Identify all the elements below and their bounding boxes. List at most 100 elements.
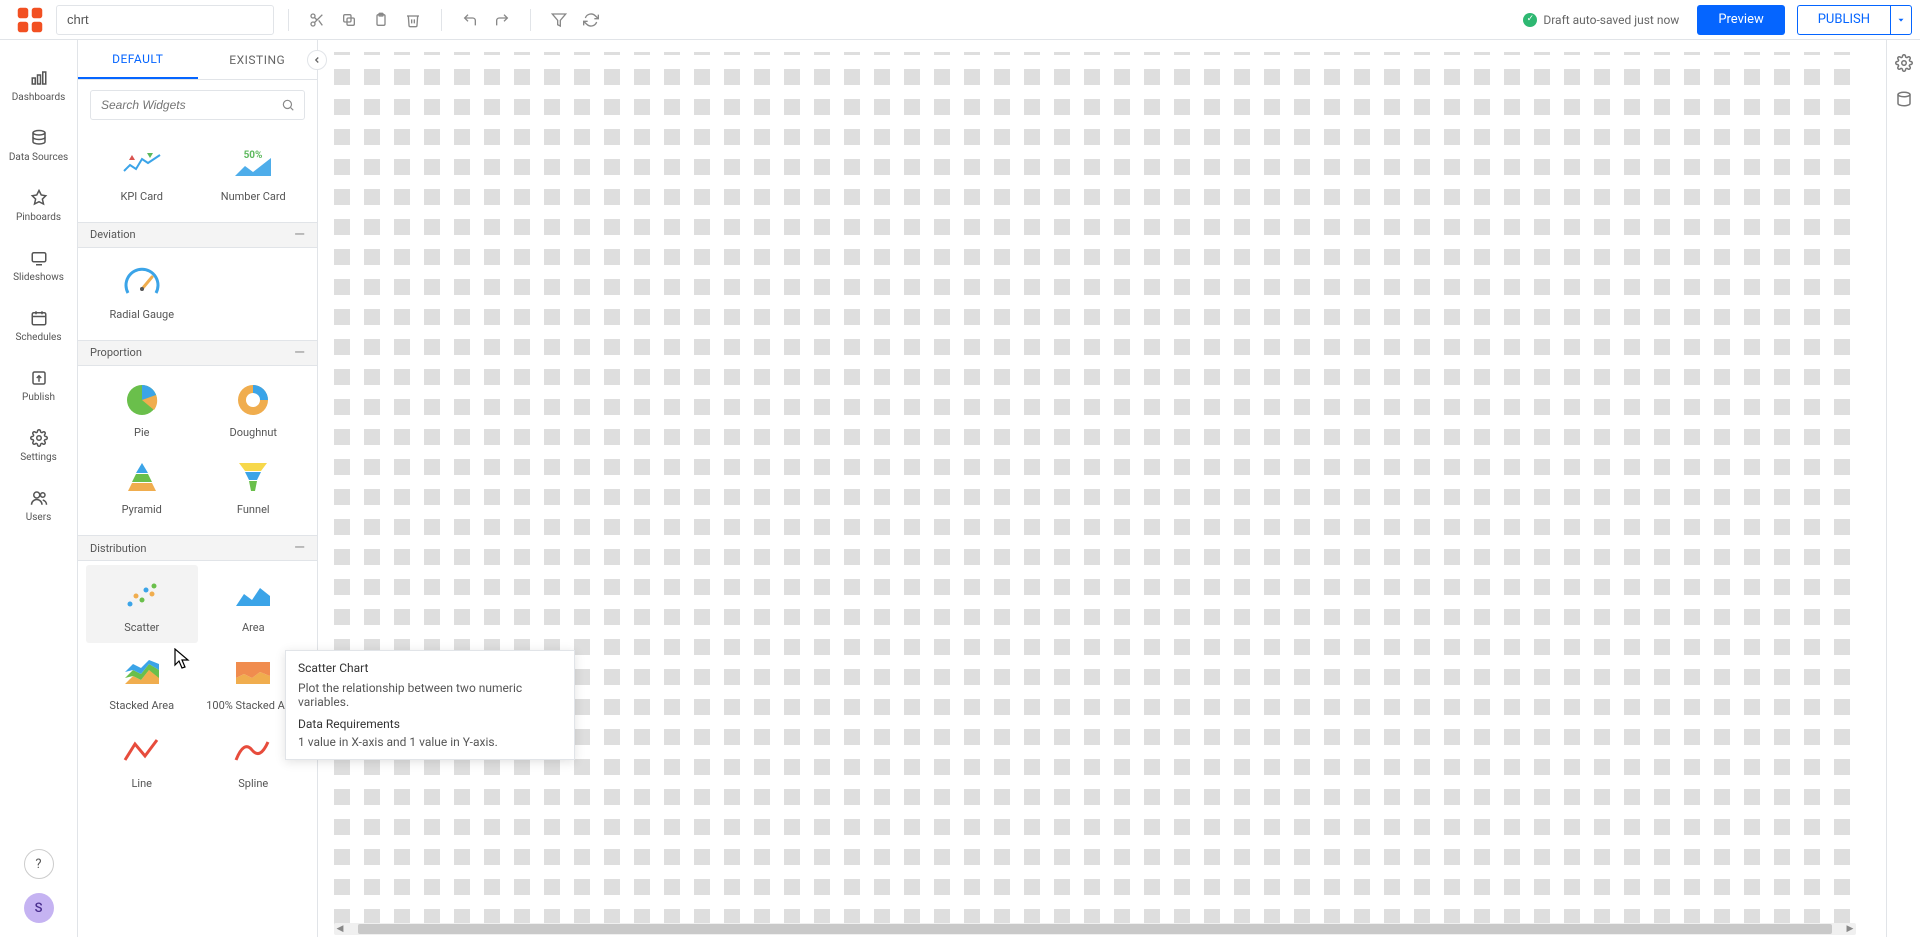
stacked-area-100-icon [231, 655, 275, 691]
collapse-sidebar-button[interactable] [307, 50, 327, 70]
line-icon [120, 733, 164, 769]
publish-dropdown-button[interactable] [1890, 5, 1912, 35]
nav-publish[interactable]: Publish [0, 358, 77, 418]
undo-button[interactable] [456, 6, 484, 34]
nav-label: Pinboards [16, 212, 61, 224]
nav-dashboards[interactable]: Dashboards [0, 58, 77, 118]
widget-pyramid[interactable]: Pyramid [86, 447, 198, 525]
sidebar-tabs: DEFAULT EXISTING [78, 40, 317, 80]
widget-sidebar: DEFAULT EXISTING KPI Card [78, 40, 318, 937]
collapse-icon: — [294, 541, 305, 555]
widget-stacked-area[interactable]: Stacked Area [86, 643, 198, 721]
nav-settings[interactable]: Settings [0, 418, 77, 478]
widget-doughnut[interactable]: Doughnut [198, 370, 310, 448]
left-nav-rail: Dashboards Data Sources Pinboards Slides… [0, 40, 78, 937]
nav-label: Settings [20, 452, 57, 464]
delete-button[interactable] [399, 6, 427, 34]
widget-label: Radial Gauge [109, 308, 174, 322]
widget-search-input[interactable] [99, 97, 280, 113]
publish-button[interactable]: PUBLISH [1797, 5, 1890, 35]
scroll-left-icon[interactable]: ◀ [334, 924, 346, 934]
nav-label: Publish [22, 392, 55, 404]
bar-chart-icon [29, 68, 49, 88]
separator [530, 9, 531, 31]
tooltip-title: Scatter Chart [298, 661, 562, 675]
nav-label: Data Sources [9, 152, 68, 164]
collapse-icon: — [294, 346, 305, 360]
separator [441, 9, 442, 31]
nav-users[interactable]: Users [0, 478, 77, 538]
widget-funnel[interactable]: Funnel [198, 447, 310, 525]
kpi-card-icon [120, 146, 164, 182]
tab-existing[interactable]: EXISTING [198, 40, 318, 79]
right-rail [1886, 40, 1920, 937]
number-card-icon: 50% [231, 146, 275, 182]
separator [288, 9, 289, 31]
widget-kpi-card[interactable]: KPI Card [86, 134, 198, 212]
collapse-icon: — [294, 228, 305, 242]
pin-icon [29, 188, 49, 208]
tv-icon [29, 248, 49, 268]
design-canvas-wrap: ◀ ▶ [318, 40, 1886, 937]
upload-icon [29, 368, 49, 388]
category-proportion[interactable]: Proportion — [78, 340, 317, 366]
nav-label: Users [26, 512, 52, 524]
gear-icon [29, 428, 49, 448]
pie-icon [120, 382, 164, 418]
user-avatar[interactable]: S [24, 893, 54, 923]
publish-button-group: PUBLISH [1797, 5, 1912, 35]
category-label: Proportion [90, 346, 142, 359]
tooltip-desc: Plot the relationship between two numeri… [298, 681, 562, 709]
widget-scatter[interactable]: Scatter [86, 565, 198, 643]
widget-number-card[interactable]: 50% Number Card [198, 134, 310, 212]
nav-label: Dashboards [12, 92, 66, 104]
widget-label: Scatter [124, 621, 159, 635]
widget-search[interactable] [90, 90, 305, 120]
app-logo[interactable] [8, 0, 52, 40]
nav-pinboards[interactable]: Pinboards [0, 178, 77, 238]
nav-slideshows[interactable]: Slideshows [0, 238, 77, 298]
widget-pie[interactable]: Pie [86, 370, 198, 448]
copy-button[interactable] [335, 6, 363, 34]
save-status: Draft auto-saved just now [1523, 13, 1679, 27]
doughnut-icon [231, 382, 275, 418]
widget-label: KPI Card [120, 190, 163, 204]
stacked-area-icon [120, 655, 164, 691]
nav-label: Slideshows [13, 272, 64, 284]
category-distribution[interactable]: Distribution — [78, 535, 317, 561]
pyramid-icon [120, 459, 164, 495]
widget-tooltip: Scatter Chart Plot the relationship betw… [285, 650, 575, 760]
calendar-icon [29, 308, 49, 328]
filter-button[interactable] [545, 6, 573, 34]
preview-button[interactable]: Preview [1697, 5, 1784, 35]
properties-gear-icon[interactable] [1895, 54, 1913, 72]
spline-icon [231, 733, 275, 769]
widget-radial-gauge[interactable]: Radial Gauge [86, 252, 198, 330]
horizontal-scrollbar[interactable]: ◀ ▶ [334, 923, 1856, 935]
design-canvas[interactable] [334, 52, 1856, 925]
tooltip-req-desc: 1 value in X-axis and 1 value in Y-axis. [298, 735, 562, 749]
data-panel-icon[interactable] [1895, 90, 1913, 108]
users-icon [29, 488, 49, 508]
tab-default[interactable]: DEFAULT [78, 40, 198, 79]
scroll-right-icon[interactable]: ▶ [1844, 924, 1856, 934]
nav-schedules[interactable]: Schedules [0, 298, 77, 358]
paste-button[interactable] [367, 6, 395, 34]
refresh-button[interactable] [577, 6, 605, 34]
widget-label: Doughnut [229, 426, 277, 440]
scrollbar-thumb[interactable] [358, 924, 1832, 934]
radial-gauge-icon [120, 264, 164, 300]
widget-label: Spline [238, 777, 268, 791]
help-button[interactable]: ? [24, 849, 54, 879]
widget-label: Funnel [237, 503, 270, 517]
scatter-icon [120, 577, 164, 613]
category-deviation[interactable]: Deviation — [78, 222, 317, 248]
funnel-icon [231, 459, 275, 495]
widget-line[interactable]: Line [86, 721, 198, 799]
nav-data-sources[interactable]: Data Sources [0, 118, 77, 178]
redo-button[interactable] [488, 6, 516, 34]
dashboard-name-input[interactable] [56, 5, 274, 35]
widget-area[interactable]: Area [198, 565, 310, 643]
cut-button[interactable] [303, 6, 331, 34]
category-label: Distribution [90, 542, 146, 555]
